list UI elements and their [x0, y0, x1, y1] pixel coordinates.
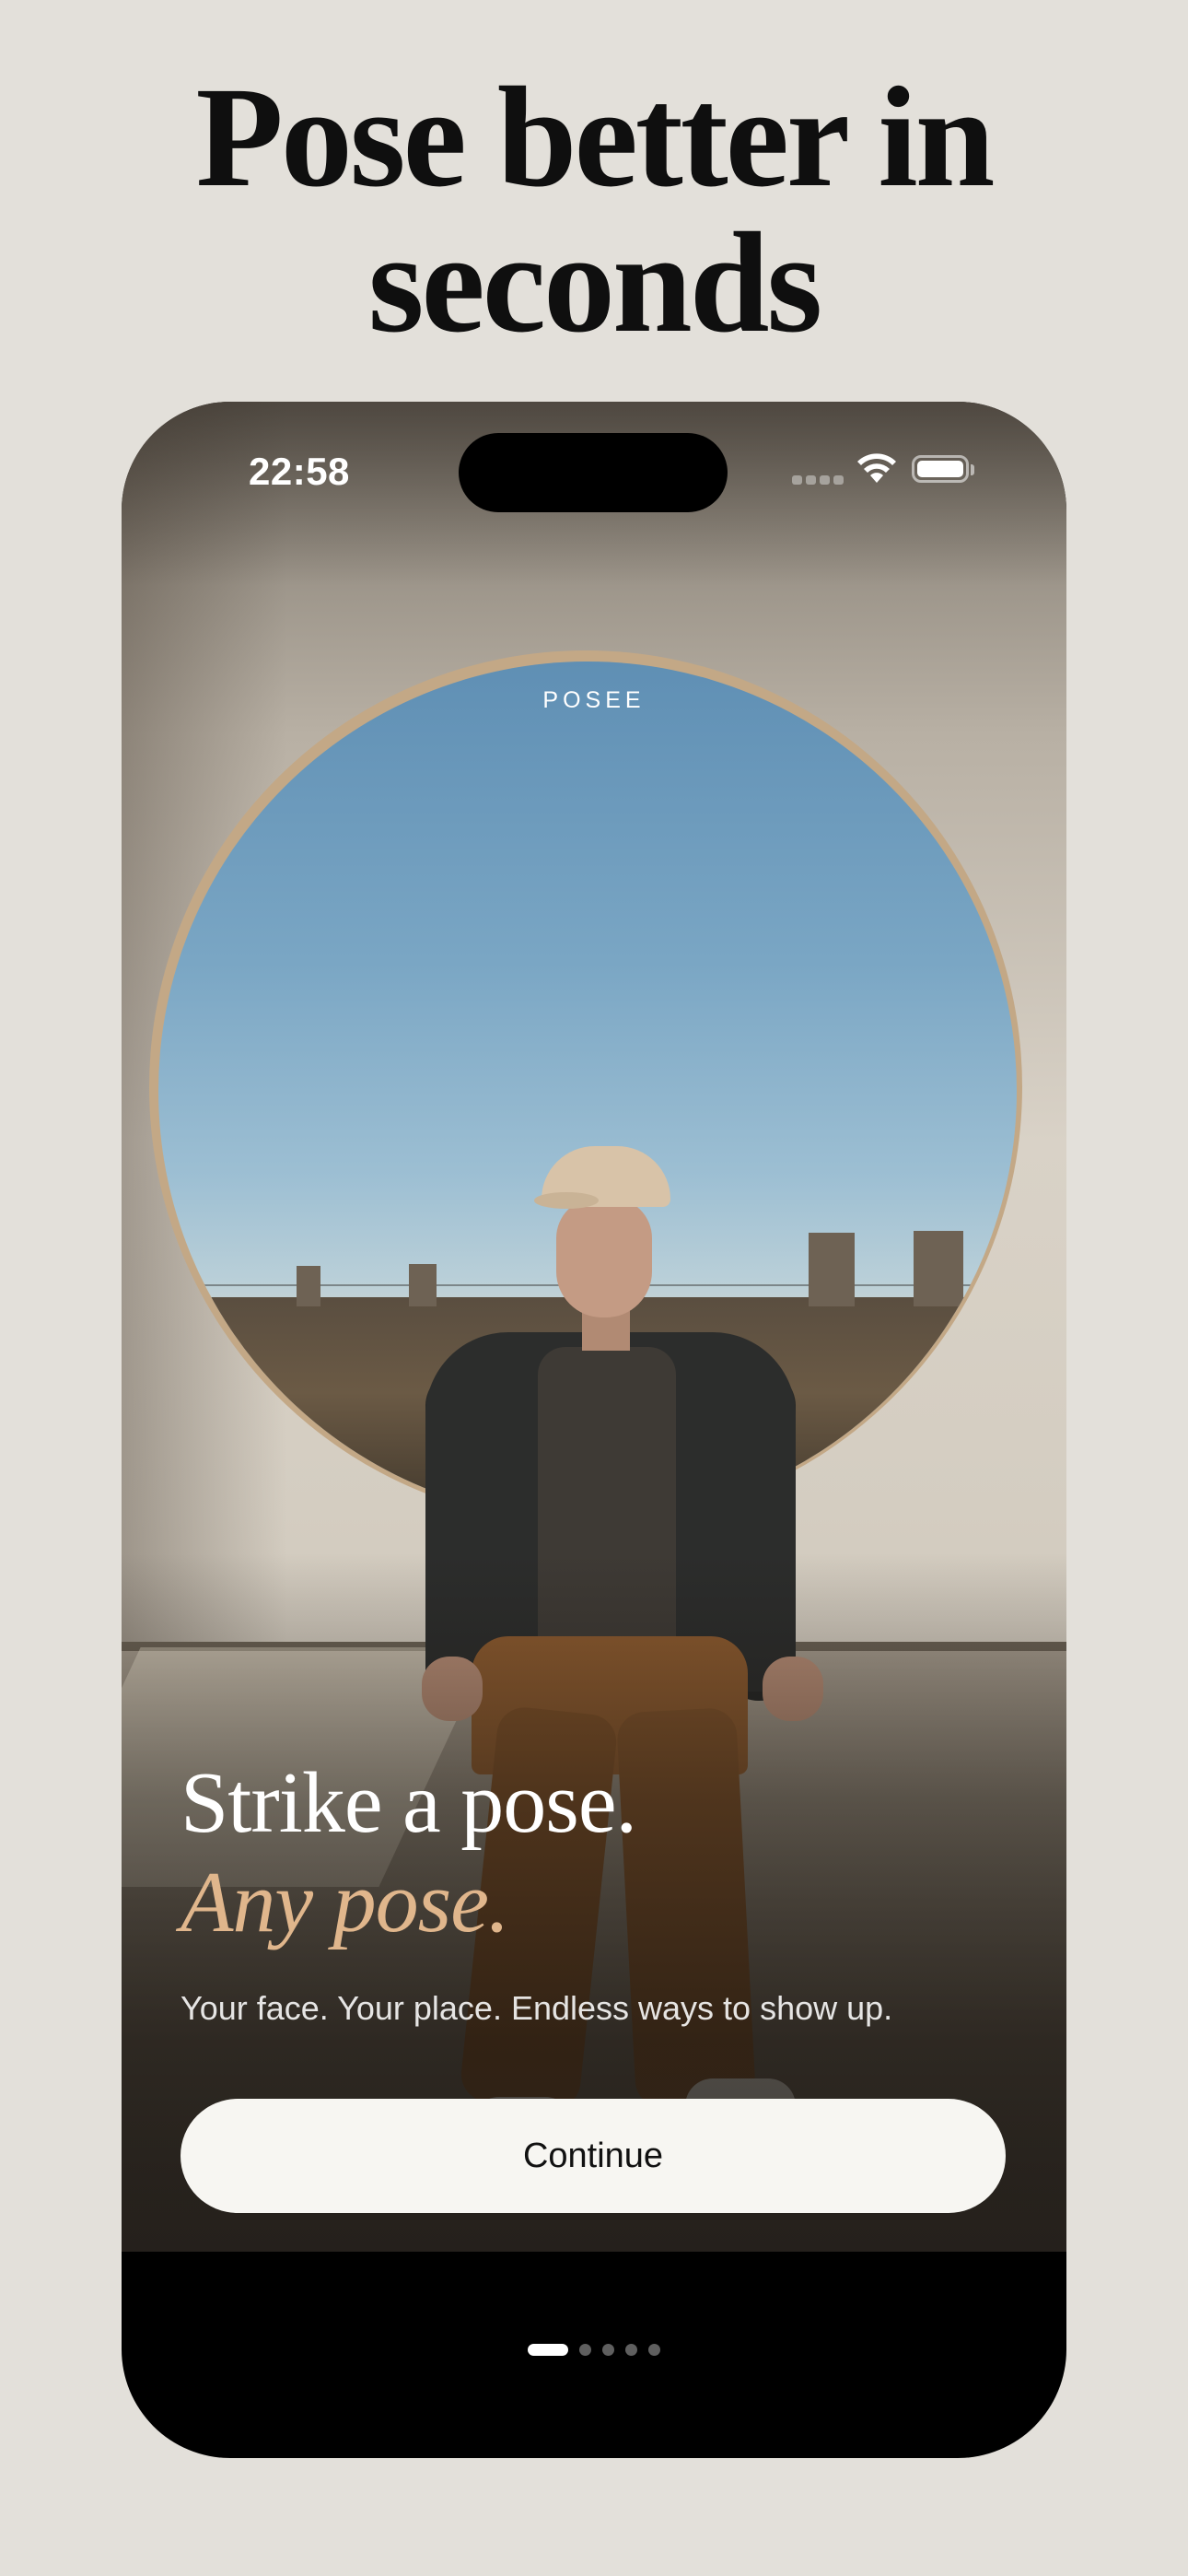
page-indicator[interactable]: [122, 2344, 1066, 2356]
onboarding-subtitle: Your face. Your place. Endless ways to s…: [181, 1989, 893, 2027]
status-time: 22:58: [249, 450, 350, 493]
headline-line-1: Pose better in: [195, 57, 996, 217]
onboarding-title-accent: Any pose.: [181, 1855, 509, 1950]
page-dot-4[interactable]: [625, 2344, 637, 2356]
page-dot-2[interactable]: [579, 2344, 591, 2356]
page-dot-1[interactable]: [528, 2344, 568, 2356]
headline-line-2: seconds: [367, 203, 822, 362]
wifi-icon: [857, 453, 896, 483]
page-dot-3[interactable]: [602, 2344, 614, 2356]
marketing-headline: Pose better in seconds: [0, 64, 1188, 356]
continue-button[interactable]: Continue: [181, 2099, 1006, 2213]
signal-icon: [792, 475, 844, 486]
battery-icon: [912, 455, 969, 483]
onboarding-title: Strike a pose.: [181, 1755, 637, 1851]
dynamic-island: [459, 433, 728, 512]
hero-photo: [122, 402, 1066, 2252]
page-dot-5[interactable]: [648, 2344, 660, 2356]
app-brand: POSEE: [542, 687, 646, 713]
phone-frame: 22:58 POSEE Strike a pose. Any pose. You…: [122, 402, 1066, 2458]
